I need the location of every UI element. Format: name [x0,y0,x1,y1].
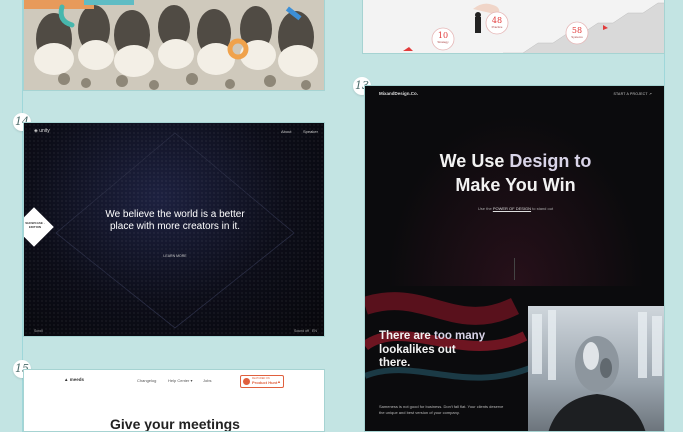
nav-changelog[interactable]: Changelog [137,378,156,383]
badge-upvote-icon: ▲ [277,379,281,384]
meeds-logo[interactable]: ▲ meeds [64,377,84,382]
headline-part-1: We Use [439,151,510,171]
hero-headline: Give your meetings [110,416,240,432]
logo-text: meeds [69,377,84,382]
chrome-head-image [528,306,664,431]
stat-systems: 58 Systems [566,26,588,39]
stat-strategy: 10 Strategy [432,31,454,44]
language-toggle[interactable]: EN [312,329,317,333]
lower-headline-line-3: there. [379,357,411,369]
stat-practice: 48 Practice [486,16,508,29]
stat-value: 10 [437,31,449,40]
sound-toggle[interactable]: Sound off [294,329,309,333]
learn-more-button[interactable]: LEARN MORE [154,254,196,258]
nav-about[interactable]: About [281,129,291,134]
subtext-suffix: to stand out [531,206,554,211]
lower-headline-part: There are [379,330,434,342]
card-staircase[interactable]: 10 Strategy 48 Practice 58 Systems [362,0,665,54]
meeds-logo-icon: ▲ [64,377,69,382]
product-hunt-icon [243,378,250,385]
stat-label: Systems [571,35,583,39]
nav-speaker[interactable]: Speaker [303,129,318,134]
headline-part-2: Make You Win [455,175,576,195]
product-hunt-badge[interactable]: FEATURED ON Product Hunt ▲ [240,375,284,388]
lower-body: Sameness is not good for business. Don't… [379,404,504,415]
lower-headline-line-2: lookalikes out [379,343,456,356]
subtext-prefix: Use the [477,206,493,211]
stat-label: Practice [491,25,503,29]
stat-value: 58 [571,26,583,35]
card-meetings[interactable]: ▲ meeds Changelog Help Center ▾ Jobs FEA… [23,369,325,432]
staircase-illustration [363,0,664,53]
card-vintage-collage[interactable] [23,0,325,91]
stat-value: 48 [491,16,503,25]
scroll-hint: Scroll [34,329,43,333]
hero-headline: We believe the world is a better place w… [105,209,245,232]
logo[interactable]: MixandDesign.Co. [379,91,418,96]
card-unity-creators[interactable]: ◈ unity About Speaker SHOWCASE · EDITION… [23,122,325,337]
nav-help-center[interactable]: Help Center ▾ [168,378,192,383]
badge-main-text: Product Hunt [252,380,278,385]
unity-cube-icon: ◈ [34,128,38,134]
power-of-design-link[interactable]: POWER OF DESIGN [493,206,531,211]
unity-logo[interactable]: ◈ unity [34,128,50,134]
start-project-link[interactable]: START A PROJECT ↗ [613,92,652,96]
nav-jobs[interactable]: Jobs [203,378,211,383]
hero-section: MixandDesign.Co. START A PROJECT ↗ We Us… [365,86,664,286]
headline-highlight: Design to [509,151,592,171]
showcase-badge-text: SHOWCASE · EDITION [25,221,45,229]
lower-headline-highlight: too many [433,330,486,342]
hero-subtext: Use the POWER OF DESIGN to stand out [365,206,664,211]
hero-headline: We Use Design to Make You Win [365,149,664,197]
stat-label: Strategy [437,40,449,44]
card-design-to-win[interactable]: MixandDesign.Co. START A PROJECT ↗ We Us… [364,85,665,432]
logo-text: unity [39,128,50,134]
lower-headline: There are too many lookalikes out there. [379,330,529,371]
vintage-photo-illustration [24,0,324,90]
